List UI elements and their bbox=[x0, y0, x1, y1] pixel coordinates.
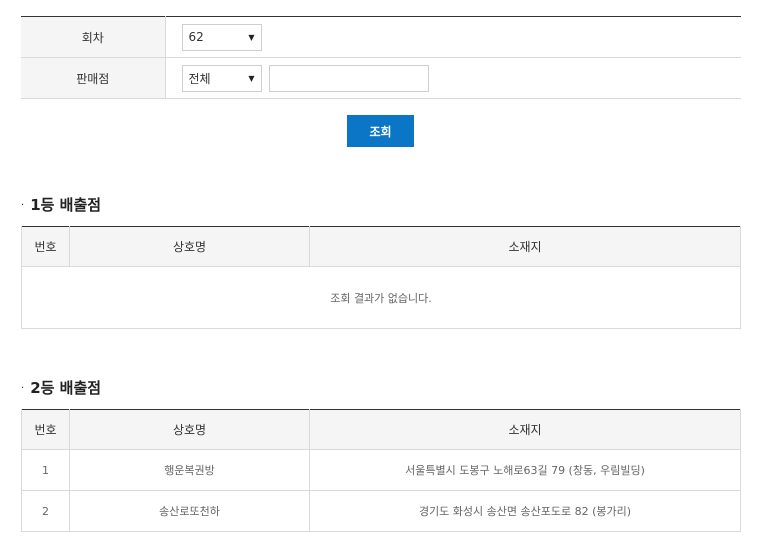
table-row: 1 행운복권방 서울특별시 도봉구 노해로63길 79 (창동, 우림빌딩) bbox=[21, 449, 741, 491]
round-label: 회차 bbox=[21, 16, 166, 58]
first-prize-title: 1등 배출점 bbox=[30, 196, 102, 214]
row-store-name: 행운복권방 bbox=[69, 449, 310, 491]
round-row: 회차 62 ▼ bbox=[21, 16, 741, 58]
second-prize-title: 2등 배출점 bbox=[30, 379, 102, 397]
table-row: 2 송산로또천하 경기도 화성시 송산면 송산포도로 82 (봉가리) bbox=[21, 490, 741, 532]
store-search-input[interactable] bbox=[269, 64, 430, 92]
bullet-icon: · bbox=[21, 383, 25, 394]
table-header-row: 번호 상호명 소재지 bbox=[21, 226, 741, 267]
column-header-no: 번호 bbox=[21, 226, 70, 267]
round-cell: 62 ▼ bbox=[165, 16, 741, 58]
column-header-no: 번호 bbox=[21, 409, 70, 450]
column-header-name: 상호명 bbox=[69, 226, 310, 267]
store-select-value: 전체 bbox=[188, 71, 211, 86]
column-header-address: 소재지 bbox=[309, 226, 741, 267]
first-prize-heading: · 1등 배출점 bbox=[21, 194, 101, 215]
store-cell: 전체 ▼ bbox=[165, 57, 741, 99]
row-address: 경기도 화성시 송산면 송산포도로 82 (봉가리) bbox=[309, 490, 741, 532]
first-prize-table: 번호 상호명 소재지 조회 결과가 없습니다. bbox=[21, 226, 741, 329]
column-header-address: 소재지 bbox=[309, 409, 741, 450]
store-label: 판매점 bbox=[21, 57, 166, 99]
bullet-icon: · bbox=[21, 200, 25, 211]
table-row: 조회 결과가 없습니다. bbox=[21, 266, 741, 329]
store-select[interactable]: 전체 ▼ bbox=[181, 64, 262, 92]
table-header-row: 번호 상호명 소재지 bbox=[21, 409, 741, 450]
row-no: 1 bbox=[21, 449, 70, 491]
column-header-name: 상호명 bbox=[69, 409, 310, 450]
round-select[interactable]: 62 ▼ bbox=[181, 23, 262, 51]
second-prize-table: 번호 상호명 소재지 1 행운복권방 서울특별시 도봉구 노해로63길 79 (… bbox=[21, 409, 741, 532]
caret-down-icon: ▼ bbox=[248, 32, 255, 42]
row-no: 2 bbox=[21, 490, 70, 532]
row-store-name: 송산로또천하 bbox=[69, 490, 310, 532]
search-button[interactable]: 조회 bbox=[347, 115, 414, 147]
second-prize-heading: · 2등 배출점 bbox=[21, 377, 101, 398]
store-row: 판매점 전체 ▼ bbox=[21, 57, 741, 99]
empty-result-message: 조회 결과가 없습니다. bbox=[21, 266, 741, 329]
row-address: 서울특별시 도봉구 노해로63길 79 (창동, 우림빌딩) bbox=[309, 449, 741, 491]
round-select-value: 62 bbox=[188, 30, 204, 44]
caret-down-icon: ▼ bbox=[248, 73, 255, 83]
search-form: 회차 62 ▼ 판매점 전체 ▼ bbox=[21, 16, 741, 99]
